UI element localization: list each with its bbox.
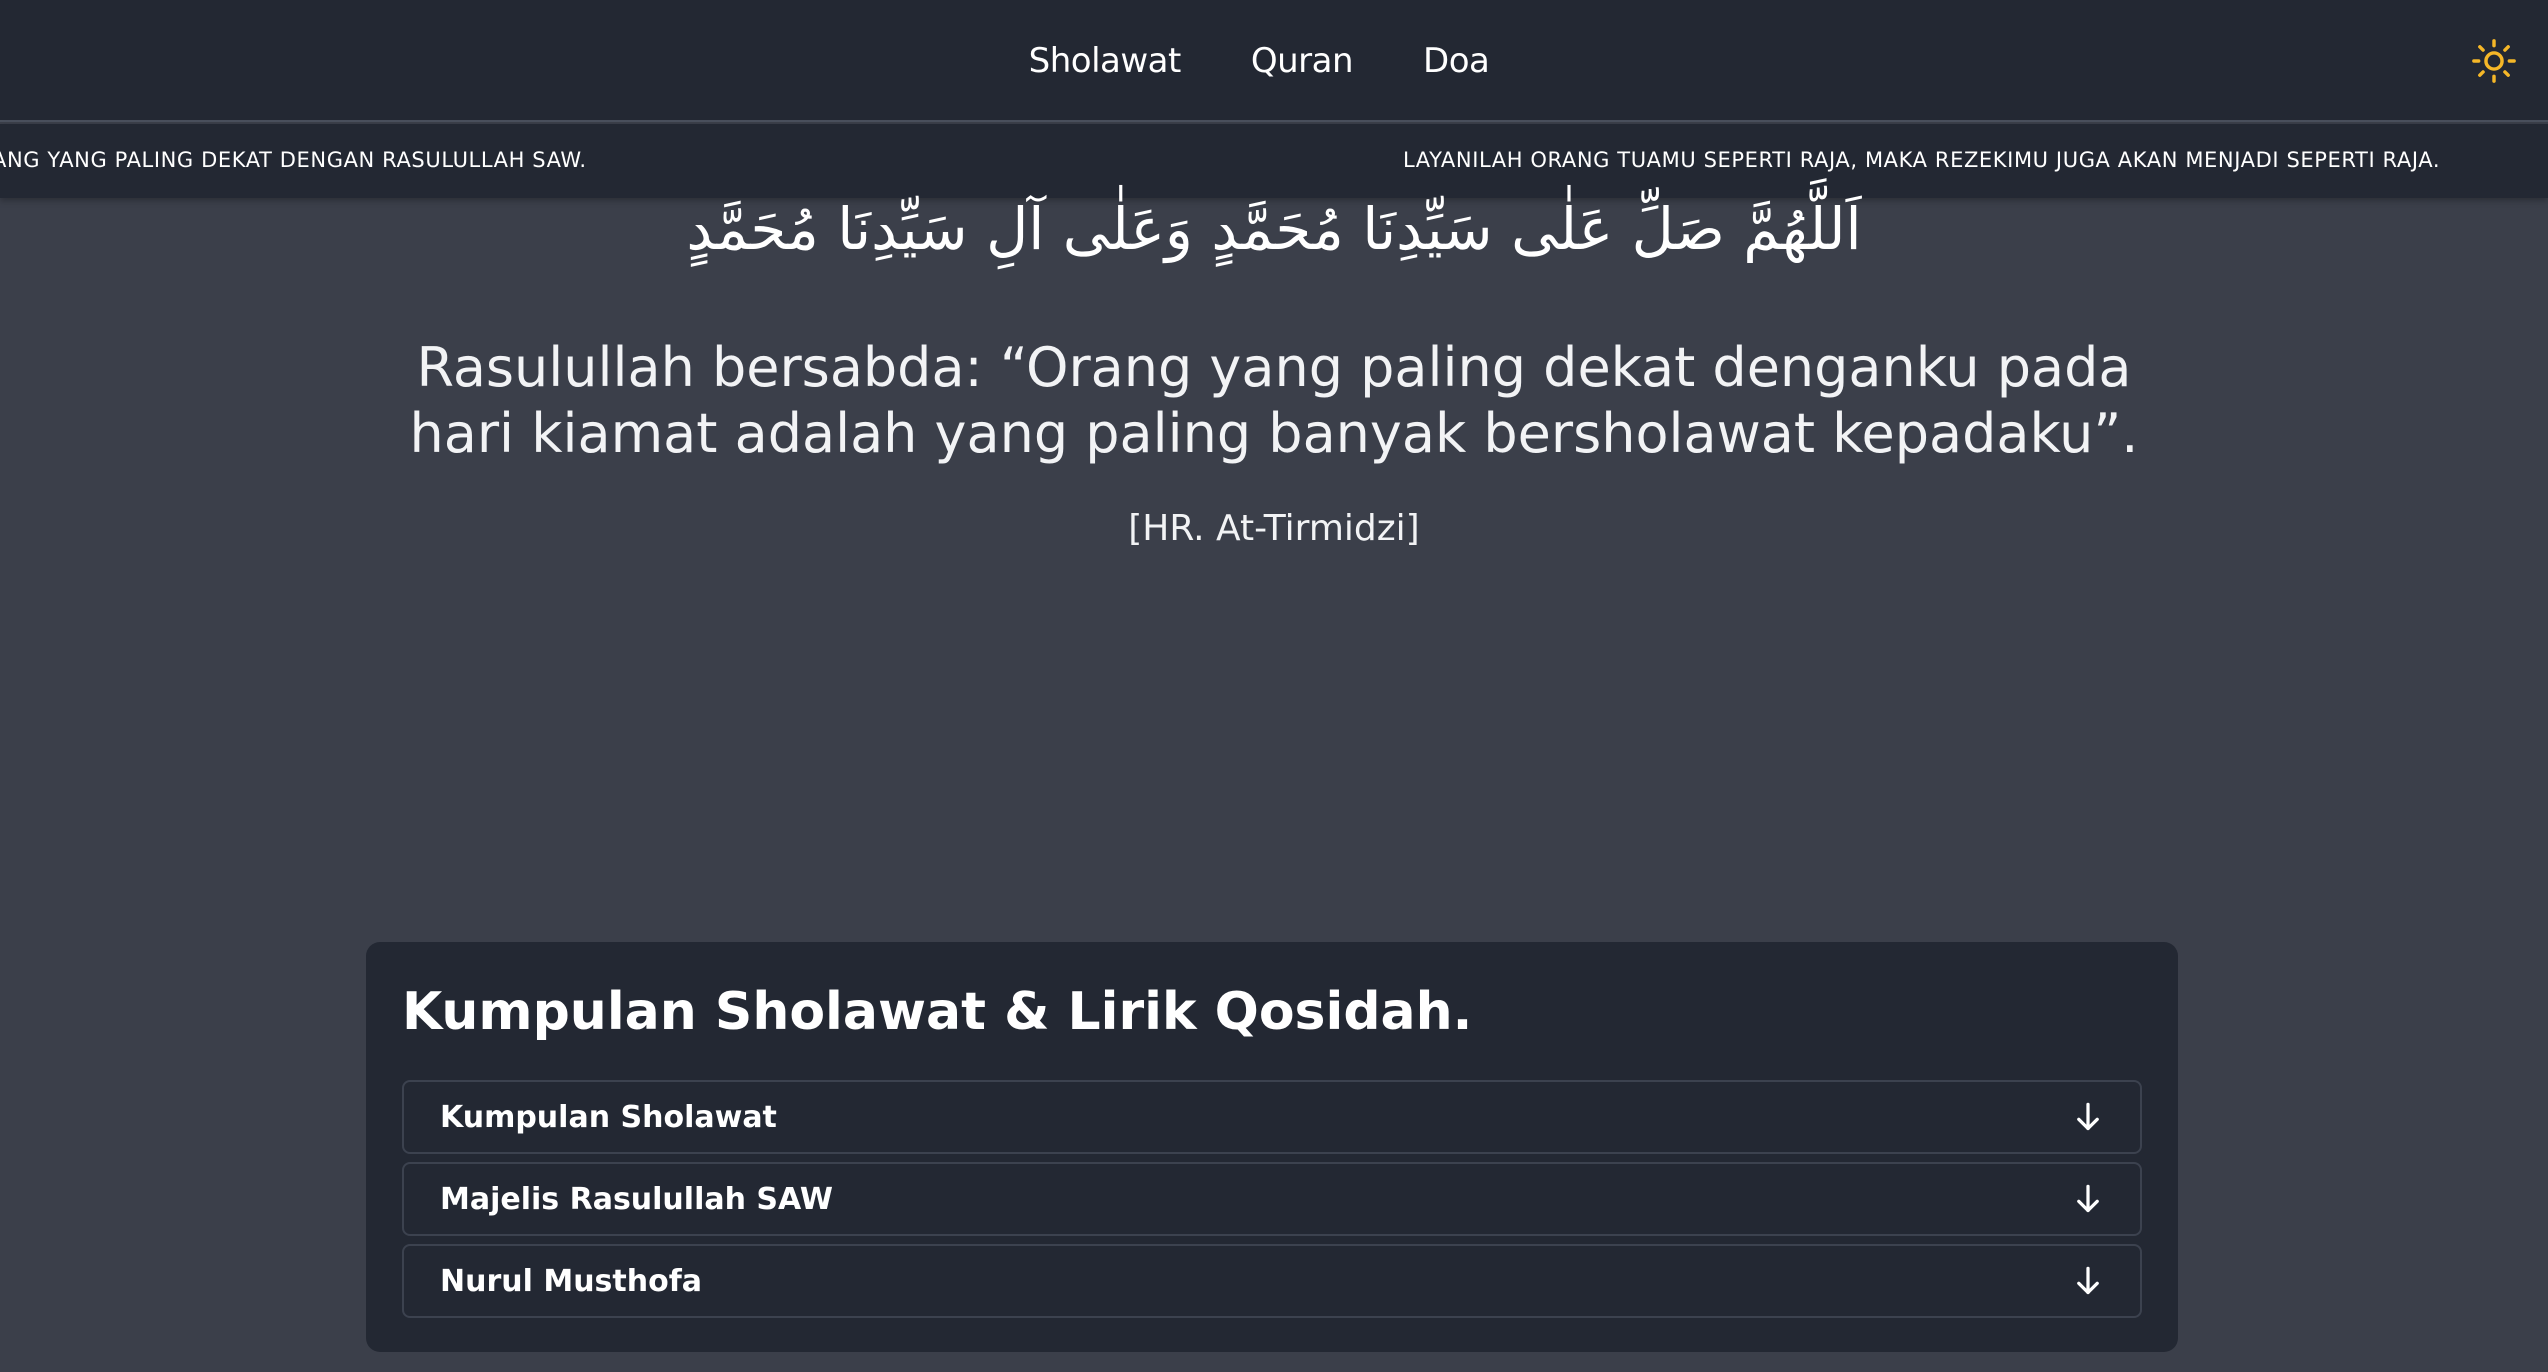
nav-link-doa[interactable]: Doa (1423, 41, 1490, 81)
nav-link-sholawat[interactable]: Sholawat (1029, 41, 1182, 81)
theme-toggle-button[interactable] (2468, 35, 2520, 87)
top-navbar: Sholawat Quran Doa (0, 0, 2548, 122)
sholawat-collection-card: Kumpulan Sholawat & Lirik Qosidah. Kumpu… (366, 942, 2178, 1352)
collection-title: Kumpulan Sholawat & Lirik Qosidah. (402, 982, 1473, 1042)
hadith-quote: Rasulullah bersabda: “Orang yang paling … (409, 336, 2139, 465)
arrow-down-icon (2072, 1265, 2104, 1297)
arrow-down-icon (2072, 1183, 2104, 1215)
accordion-label: Nurul Musthofa (440, 1263, 703, 1299)
accordion-majelis-rasulullah[interactable]: Majelis Rasulullah SAW (402, 1162, 2142, 1236)
main-nav: Sholawat Quran Doa (0, 0, 2548, 122)
arabic-sholawat-text: اَللَّهُمَّ صَلِّ عَلٰى سَيِّدِنَا مُحَم… (686, 195, 1862, 263)
nav-link-quran[interactable]: Quran (1251, 41, 1354, 81)
sun-icon (2472, 39, 2516, 83)
marquee-ticker: ANG YANG PALING DEKAT DENGAN RASULULLAH … (0, 124, 2548, 198)
accordion-label: Majelis Rasulullah SAW (440, 1181, 833, 1217)
accordion-label: Kumpulan Sholawat (440, 1099, 777, 1135)
arrow-down-icon (2072, 1101, 2104, 1133)
accordion-kumpulan-sholawat[interactable]: Kumpulan Sholawat (402, 1080, 2142, 1154)
ticker-item: ANG YANG PALING DEKAT DENGAN RASULULLAH … (0, 148, 587, 172)
ticker-item: LAYANILAH ORANG TUAMU SEPERTI RAJA, MAKA… (1403, 148, 2441, 172)
hadith-source: [HR. At-Tirmidzi] (1128, 508, 1420, 549)
accordion-nurul-musthofa[interactable]: Nurul Musthofa (402, 1244, 2142, 1318)
